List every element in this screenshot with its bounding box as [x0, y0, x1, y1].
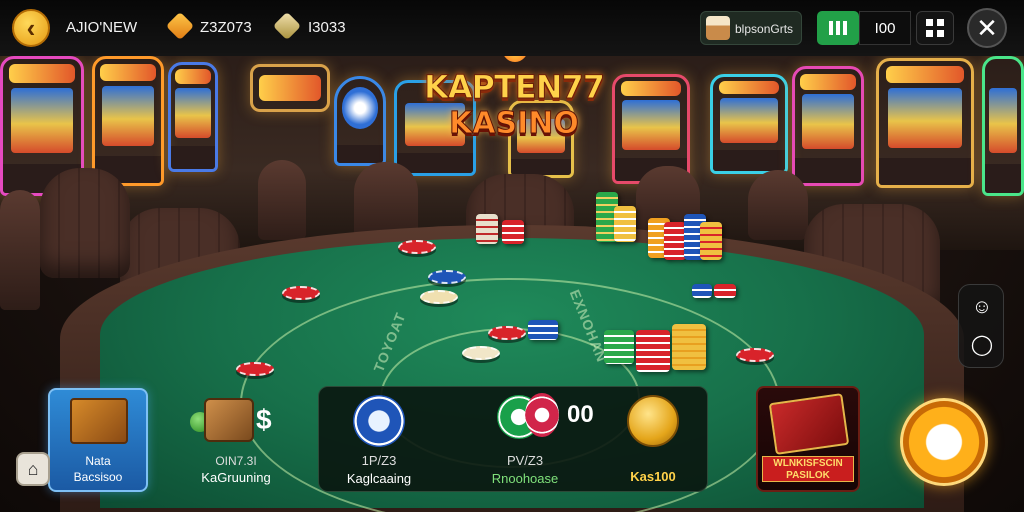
- trophy-card-icon: [768, 393, 850, 455]
- treasure-box-icon: [70, 398, 128, 444]
- grid-icon: [926, 19, 933, 26]
- chip: [236, 362, 274, 376]
- chip-stack: [664, 222, 686, 260]
- blue-chip-icon[interactable]: [353, 395, 405, 447]
- daily-reward-button[interactable]: $ OIN7.3I KaGruuning: [186, 398, 286, 490]
- chip: [736, 348, 774, 362]
- left-label-2: Kaglcaaing: [346, 471, 412, 486]
- top-bar: ‹ AJIO'NEW Z3Z073 I3033 blpsonGrts I00 ✕: [0, 0, 1024, 56]
- slot-machine: [168, 62, 218, 172]
- tournament-button[interactable]: WLNKISFSCIN PASILOK: [756, 386, 860, 492]
- chip-stack: [614, 206, 636, 242]
- logo-line-2: KASINO: [449, 106, 580, 142]
- daily-label-2: KaGruuning: [201, 470, 271, 485]
- side-panel: ☺ ◯: [958, 284, 1004, 368]
- home-icon: ⌂: [27, 458, 39, 479]
- chip-stack: [636, 330, 670, 372]
- menu-grid-button[interactable]: [916, 11, 954, 45]
- player-count: I00: [859, 11, 911, 45]
- gem-balance: Z3Z073: [200, 19, 252, 36]
- chip-selector-panel: 1P/Z3 Kaglcaaing 00 PV/Z3 Rnoohoase Kas1…: [318, 386, 708, 492]
- close-icon: ✕: [976, 12, 998, 43]
- back-button[interactable]: ‹: [12, 9, 50, 47]
- profile-icon[interactable]: ☺: [970, 295, 994, 319]
- chevron-left-icon: ‹: [26, 12, 36, 43]
- mid-label-2: Rnoohoase: [491, 471, 559, 486]
- slot-machine: [982, 56, 1024, 196]
- tournament-label-1: WLNKISFSCIN: [773, 458, 843, 469]
- cupcake-icon: [706, 16, 730, 40]
- spin-button[interactable]: [900, 398, 988, 486]
- daily-label-1: OIN7.3I: [215, 454, 257, 468]
- logo-line-1: KAPTEN77: [423, 68, 605, 107]
- shop-button[interactable]: blpsonGrts: [700, 11, 802, 45]
- chip-stack: [714, 284, 736, 298]
- chip-stack: [672, 324, 706, 370]
- chip: [488, 326, 526, 340]
- signal-bars-icon: [829, 21, 847, 35]
- shop-label: blpsonGrts: [735, 22, 794, 36]
- tournament-label-2: PASILOK: [786, 470, 830, 481]
- dollar-sign: $: [256, 404, 272, 435]
- chip: [428, 270, 466, 284]
- chat-icon[interactable]: ◯: [970, 333, 994, 357]
- chip-count: 00: [567, 401, 594, 428]
- chip-stack: [700, 222, 722, 260]
- chip: [462, 346, 500, 360]
- signal-button[interactable]: [817, 11, 859, 45]
- slot-machine: [250, 64, 330, 112]
- left-label-1: 1P/Z3: [361, 453, 397, 468]
- mystery-label-1: Nata: [85, 454, 111, 468]
- slot-machine: [334, 76, 386, 166]
- chip: [420, 290, 458, 304]
- close-button[interactable]: ✕: [967, 8, 1007, 48]
- home-button[interactable]: ⌂: [16, 452, 50, 486]
- tournament-ribbon: WLNKISFSCIN PASILOK: [762, 456, 854, 482]
- chip: [398, 240, 436, 254]
- gem-icon: [165, 11, 195, 41]
- crate-icon: [204, 398, 254, 442]
- player-name: AJIO'NEW: [66, 19, 138, 36]
- slot-machine: [876, 58, 974, 188]
- mid-label-1: PV/Z3: [506, 453, 544, 468]
- chip-stack: [692, 284, 712, 298]
- chip-stack: [604, 330, 634, 364]
- right-label: Kas100: [630, 469, 676, 484]
- coin-balance: I3033: [308, 19, 346, 36]
- chip-stack: [528, 320, 558, 340]
- mystery-box-button[interactable]: Nata Bacsisoo: [48, 388, 148, 492]
- slot-machine: [710, 74, 788, 174]
- chip: [282, 286, 320, 300]
- gold-coin-icon[interactable]: [627, 395, 679, 447]
- chip-stack: [502, 220, 524, 244]
- mixed-chips-icon[interactable]: [497, 393, 559, 447]
- chip-stack: [476, 214, 498, 244]
- slot-machine: [792, 66, 864, 186]
- mystery-label-2: Bacsisoo: [73, 470, 123, 484]
- slot-machine: [92, 56, 164, 186]
- player-chair-far-left: [40, 168, 130, 278]
- coin-icon: [272, 11, 302, 41]
